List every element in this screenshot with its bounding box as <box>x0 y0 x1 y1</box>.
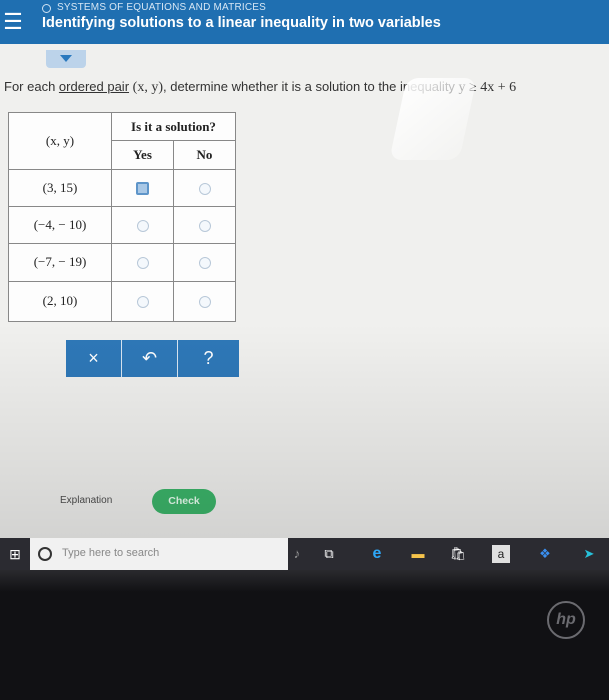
no-cell <box>173 205 236 245</box>
answer-action-group: × ↶ ? <box>66 340 239 377</box>
yes-cell <box>111 205 174 245</box>
yes-column-header: Yes <box>111 140 174 170</box>
cortana-circle-icon <box>38 547 52 561</box>
windows-start-icon[interactable]: ⊞ <box>0 538 30 570</box>
no-radio[interactable] <box>198 257 211 270</box>
pair-cell: (−7, − 19) <box>8 243 112 282</box>
pair-cell: (3, 15) <box>8 168 112 207</box>
hp-logo: hp <box>547 601 585 639</box>
yes-cell <box>111 168 174 207</box>
no-radio[interactable] <box>198 296 211 309</box>
windows-taskbar: ⊞ Type here to search ♪ ⧉ e ▬ 🛍 a ❖ ➤ <box>0 538 609 570</box>
undo-button[interactable]: ↶ <box>122 340 178 377</box>
store-icon[interactable]: 🛍 <box>446 538 470 570</box>
edge-browser-icon[interactable]: e <box>365 538 389 570</box>
table-row: (2, 10) <box>8 280 236 323</box>
ordered-pair-link[interactable]: ordered pair <box>59 79 129 94</box>
table-row: (−7, − 19) <box>8 243 236 282</box>
instruction-prefix: For each <box>4 79 59 94</box>
microphone-icon[interactable]: ♪ <box>287 538 307 570</box>
amazon-app-icon[interactable]: a <box>490 538 512 570</box>
table-row: (3, 15) <box>8 168 236 207</box>
yes-radio-checked[interactable] <box>136 182 149 196</box>
collapse-header-button[interactable] <box>46 50 86 68</box>
table-row: (−4, − 10) <box>8 205 236 245</box>
app-arrow-icon[interactable]: ➤ <box>578 538 600 570</box>
no-radio[interactable] <box>198 182 211 195</box>
amazon-letter: a <box>492 545 510 563</box>
yes-radio[interactable] <box>136 296 149 309</box>
pair-column-header: (x, y) <box>8 112 112 170</box>
yes-cell <box>111 243 174 282</box>
no-cell <box>173 280 236 323</box>
no-radio[interactable] <box>198 220 211 233</box>
yes-cell <box>111 280 174 323</box>
ordered-pair-notation: (x, y) <box>132 80 163 95</box>
laptop-screen: ☰ SYSTEMS OF EQUATIONS AND MATRICES Iden… <box>0 0 609 538</box>
task-view-icon[interactable]: ⧉ <box>318 538 340 570</box>
yes-radio[interactable] <box>136 220 149 233</box>
pair-cell: (2, 10) <box>8 280 112 323</box>
topic-label: SYSTEMS OF EQUATIONS AND MATRICES <box>57 2 267 13</box>
taskbar-search-box[interactable]: Type here to search <box>30 538 288 570</box>
file-explorer-icon[interactable]: ▬ <box>405 538 431 570</box>
no-column-header: No <box>173 140 236 170</box>
yes-radio[interactable] <box>136 257 149 270</box>
pair-cell: (−4, − 10) <box>8 205 112 245</box>
lesson-title: Identifying solutions to a linear inequa… <box>42 15 441 31</box>
explanation-button[interactable]: Explanation <box>60 495 112 506</box>
dropbox-icon[interactable]: ❖ <box>533 538 557 570</box>
course-header: ☰ SYSTEMS OF EQUATIONS AND MATRICES Iden… <box>0 0 609 44</box>
topic-circle-icon <box>42 4 51 13</box>
solution-table: (x, y) Is it a solution? Yes No (3, 15) … <box>8 111 236 323</box>
bezel-shine <box>0 570 609 592</box>
no-cell <box>173 168 236 207</box>
help-button[interactable]: ? <box>178 340 239 377</box>
clear-button[interactable]: × <box>66 340 122 377</box>
search-placeholder: Type here to search <box>62 547 160 559</box>
no-cell <box>173 243 236 282</box>
check-button[interactable]: Check <box>152 489 216 514</box>
hamburger-menu-icon[interactable]: ☰ <box>0 8 26 36</box>
solution-group-header: Is it a solution? <box>111 111 236 142</box>
chevron-down-icon <box>60 55 72 62</box>
